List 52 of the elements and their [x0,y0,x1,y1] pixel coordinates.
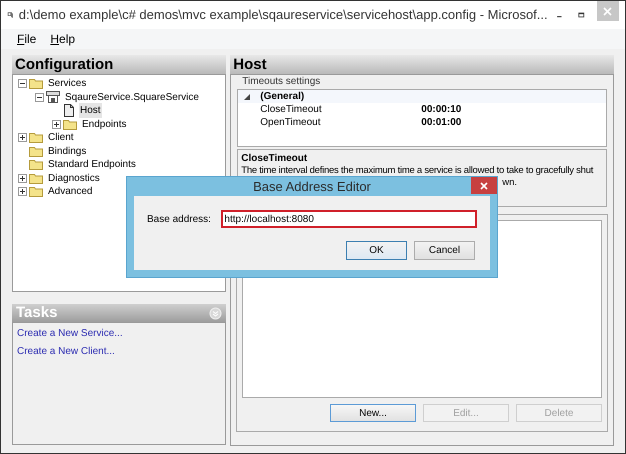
dialog-button[interactable]: OK [346,241,407,260]
menu-item[interactable]: Help [50,30,76,48]
task-link[interactable]: Create a New Client... [17,344,115,359]
group-title: Timeouts settings [241,75,322,89]
folder-icon [29,132,43,144]
close-icon [480,182,488,190]
close-icon [603,6,612,16]
maximize-icon[interactable] [578,10,585,20]
collapse-icon[interactable] [18,79,27,88]
service-icon [46,91,60,104]
tree-item[interactable]: Services [47,76,88,92]
property-name: CloseTimeout [260,103,323,117]
tree-item[interactable]: Endpoints [81,116,128,132]
category-label: (General) [260,90,304,104]
folder-icon [29,186,43,198]
menu-item[interactable]: File [17,30,36,48]
collapse-icon[interactable] [35,92,44,102]
property-value: 00:01:00 [421,116,462,130]
folder-icon [63,118,77,130]
folder-icon [29,172,43,184]
close-button[interactable] [471,177,497,194]
panel-header: Configuration [12,55,226,74]
tree-item[interactable]: Host [79,103,102,118]
expand-icon[interactable] [18,174,27,183]
field-label: Base address: [147,212,212,226]
description-text: wn. [502,177,518,189]
tree-item[interactable]: Standard Endpoints [47,157,137,172]
address-field[interactable]: http://localhost:8080 [221,210,477,228]
dialog-button[interactable]: New... [330,404,416,422]
folder-icon [29,159,43,170]
description-title: CloseTimeout [241,153,308,165]
folder-icon [29,146,43,157]
property-value: 00:00:10 [421,103,462,117]
expand-icon[interactable] [18,187,27,196]
collapse-triangle-icon[interactable] [244,94,250,100]
window-title: d:\demo example\c# demos\mvc example\sqaureservice\servicehost\app.config - Microsof... [18,6,548,24]
tree-item[interactable]: Bindings [47,144,88,159]
task-link[interactable]: Create a New Service... [17,326,123,341]
folder-icon [29,78,43,90]
panel-title: Tasks [16,302,58,323]
panel-header: Host [230,55,614,74]
tree-item[interactable]: Diagnostics [47,170,101,186]
description-text: The time interval defines the maximum time a service is allowed to take to gracefully shut [241,165,594,177]
tree-item[interactable]: Client [47,130,75,146]
dialog-title: Base Address Editor [253,178,371,196]
property-name: OpenTimeout [260,116,322,130]
dialog-button[interactable]: Cancel [414,241,475,260]
expand-icon[interactable] [18,133,27,142]
tree-item[interactable]: Advanced [47,184,94,200]
document-icon [63,104,75,118]
expand-icon[interactable] [52,120,61,129]
tree-item[interactable]: SqaureService.SquareService [64,90,200,105]
